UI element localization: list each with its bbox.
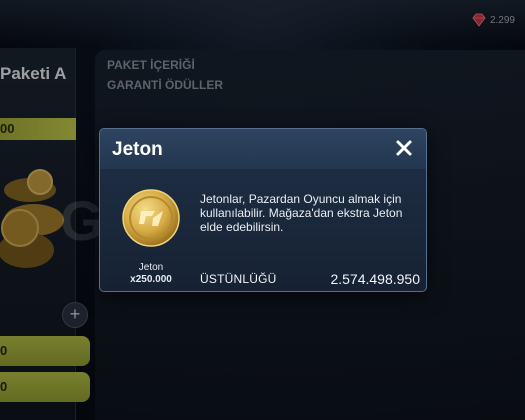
dialog-title: Jeton — [112, 139, 163, 160]
dialog-description: Jetonlar, Pazardan Oyuncu almak için kul… — [200, 192, 403, 234]
coin-icon — [122, 189, 180, 247]
stat-value: 2.574.498.950 — [330, 271, 420, 287]
coin-info-dialog: Jeton Jeton x250.000 Jetonlar, Pazardan … — [99, 128, 427, 292]
coin-label: Jeton — [138, 262, 164, 273]
coin-quantity: x250.000 — [130, 274, 172, 285]
dialog-header: Jeton — [100, 129, 426, 169]
stat-label: ÜSTÜNLÜĞÜ — [200, 272, 277, 286]
close-icon[interactable] — [394, 138, 414, 158]
